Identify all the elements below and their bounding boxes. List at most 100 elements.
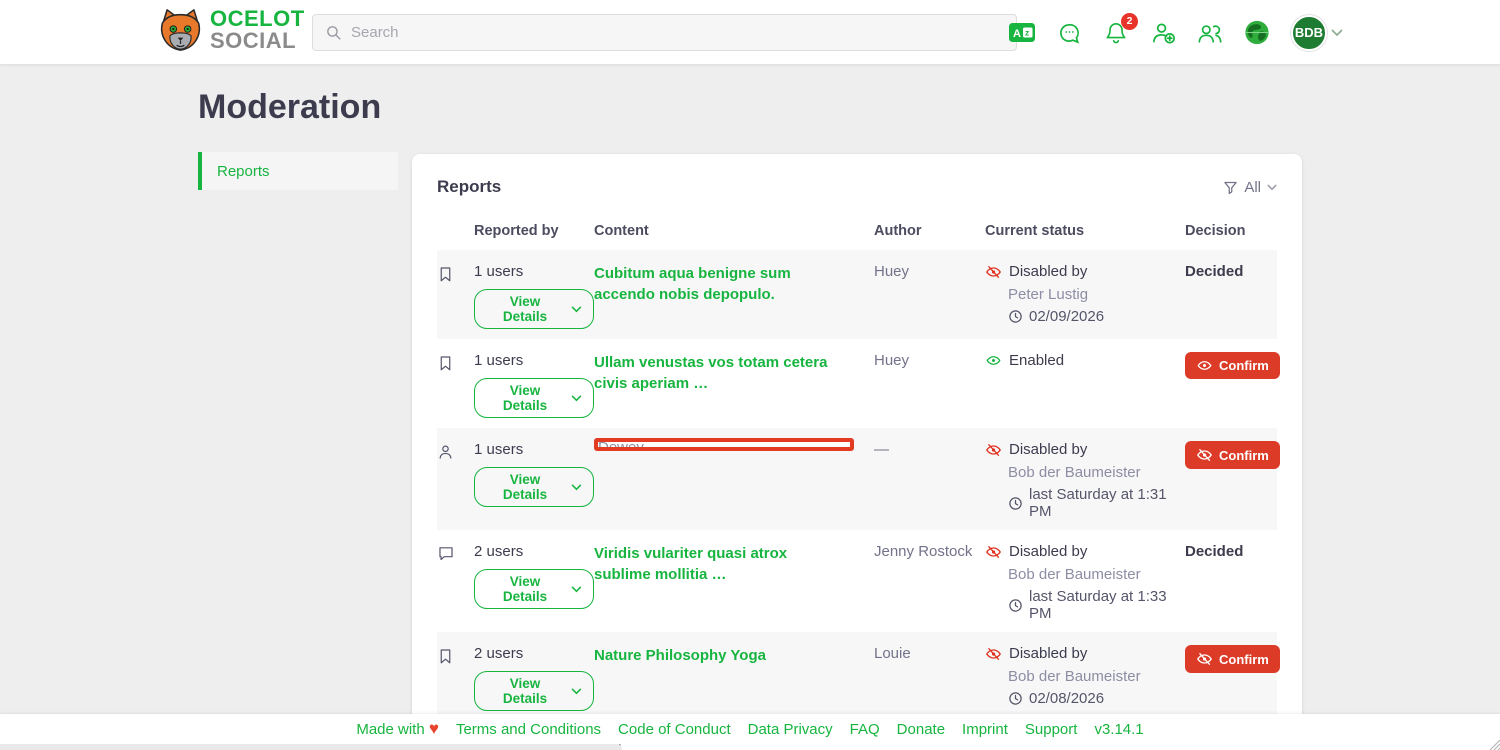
status-date: last Saturday at 1:33 PM — [1008, 588, 1185, 622]
reporter-count: 1 users — [474, 441, 594, 458]
search-icon — [325, 24, 342, 41]
search-input[interactable] — [351, 24, 1004, 41]
column-header: Decision — [1185, 223, 1277, 239]
decision-cell: Decided — [1185, 543, 1277, 561]
status-eye-icon — [985, 442, 1002, 458]
person-add-icon[interactable] — [1150, 20, 1176, 46]
resize-grip-icon[interactable] — [1486, 736, 1500, 750]
footer-link[interactable]: Terms and Conditions — [456, 721, 601, 738]
eye-off-icon — [1196, 447, 1213, 463]
notification-badge: 2 — [1121, 13, 1138, 30]
view-details-label: View Details — [486, 574, 564, 604]
filter-dropdown[interactable]: All — [1223, 179, 1277, 196]
view-details-button[interactable]: View Details — [474, 467, 594, 507]
view-details-button[interactable]: View Details — [474, 289, 594, 329]
status-date: last Saturday at 1:31 PM — [1008, 486, 1185, 520]
version-label: v3.14.1 — [1094, 721, 1143, 738]
top-navigation: OCELOT SOCIAL A z — [0, 0, 1500, 65]
chevron-down-icon — [571, 688, 582, 695]
translate-icon[interactable]: A z — [1009, 20, 1035, 46]
author-cell: — — [874, 441, 985, 458]
globe-icon[interactable] — [1244, 20, 1270, 46]
bottom-strip-right — [622, 744, 1500, 750]
view-details-button[interactable]: View Details — [474, 378, 594, 418]
avatar-menu[interactable]: BDB — [1291, 15, 1343, 51]
footer-link[interactable]: FAQ — [850, 721, 880, 738]
bottom-strip — [0, 744, 622, 750]
author-cell: Louie — [874, 645, 985, 662]
status-eye-icon — [985, 353, 1002, 368]
footer-link[interactable]: Donate — [897, 721, 945, 738]
reported-by-cell: 1 users View Details — [474, 263, 594, 329]
eye-icon — [1196, 358, 1213, 373]
decision-cell: Decided — [1185, 263, 1277, 281]
reporter-count: 1 users — [474, 263, 594, 280]
target-highlight-box: Dewey — [594, 438, 854, 451]
clock-icon — [1008, 496, 1023, 511]
view-details-label: View Details — [486, 383, 564, 413]
status-label: Disabled by — [1009, 263, 1087, 280]
chat-icon[interactable] — [1056, 20, 1082, 46]
content-link[interactable]: Ullam venustas vos totam cetera civis ap… — [594, 354, 827, 392]
avatar[interactable]: BDB — [1291, 15, 1327, 51]
chevron-down-icon — [571, 306, 582, 313]
author-cell: Huey — [874, 263, 985, 280]
table-row: 2 users View Details Viridis vulariter q… — [437, 530, 1277, 632]
clock-icon — [1008, 598, 1023, 613]
confirm-button[interactable]: Confirm — [1185, 352, 1280, 379]
column-header: Content — [594, 223, 874, 239]
decided-label: Decided — [1185, 543, 1243, 560]
reports-panel: Reports All Reported byContentAuthorCurr… — [412, 154, 1302, 750]
nav-icon-group: A z 2 — [1009, 0, 1343, 65]
search-bar[interactable] — [312, 14, 1017, 51]
view-details-button[interactable]: View Details — [474, 569, 594, 609]
decision-cell: Confirm — [1185, 352, 1280, 379]
chevron-down-icon — [1331, 29, 1343, 37]
view-details-button[interactable]: View Details — [474, 671, 594, 711]
chevron-down-icon — [571, 586, 582, 593]
status-moderator: Bob der Baumeister — [1008, 566, 1185, 583]
bookmark-icon — [437, 352, 474, 372]
view-details-label: View Details — [486, 676, 564, 706]
user-icon — [437, 441, 474, 461]
bell-icon[interactable]: 2 — [1103, 20, 1129, 46]
status-moderator: Peter Lustig — [1008, 286, 1185, 303]
table-row: 1 users View Details Dewey — Disabled by… — [437, 428, 1277, 530]
content-link[interactable]: Cubitum aqua benigne sum accendo nobis d… — [594, 265, 791, 303]
author-cell: Huey — [874, 352, 985, 369]
decided-label: Decided — [1185, 263, 1243, 280]
status-cell: Disabled by Bob der Baumeister 02/08/202… — [985, 645, 1185, 707]
logo[interactable]: OCELOT SOCIAL — [157, 8, 305, 52]
bookmark-icon — [437, 263, 474, 283]
status-date: 02/08/2026 — [1008, 690, 1185, 707]
confirm-button[interactable]: Confirm — [1185, 645, 1280, 673]
page-title: Moderation — [198, 88, 381, 127]
footer-link[interactable]: Imprint — [962, 721, 1008, 738]
clock-icon — [1008, 691, 1023, 706]
chevron-down-icon — [1267, 184, 1277, 191]
made-with-label: Made with ♥ — [356, 719, 439, 739]
logo-text: OCELOT SOCIAL — [210, 8, 305, 52]
status-cell: Disabled by Bob der Baumeister last Satu… — [985, 543, 1185, 622]
sidebar-item-reports[interactable]: Reports — [198, 152, 398, 190]
chevron-down-icon — [571, 395, 582, 402]
reported-by-cell: 2 users View Details — [474, 645, 594, 711]
status-eye-icon — [985, 264, 1002, 280]
bookmark-icon — [437, 645, 474, 665]
status-label: Disabled by — [1009, 645, 1087, 662]
reported-by-cell: 2 users View Details — [474, 543, 594, 609]
moderation-sidebar: Reports — [198, 152, 398, 190]
content-text[interactable]: Dewey — [598, 440, 850, 451]
reporter-count: 1 users — [474, 352, 594, 369]
status-label: Disabled by — [1009, 441, 1087, 458]
content-link[interactable]: Viridis vulariter quasi atrox sublime mo… — [594, 545, 787, 583]
group-icon[interactable] — [1197, 20, 1223, 46]
footer-link[interactable]: Support — [1025, 721, 1078, 738]
footer-link[interactable]: Code of Conduct — [618, 721, 731, 738]
clock-icon — [1008, 309, 1023, 324]
content-link[interactable]: Nature Philosophy Yoga — [594, 647, 766, 664]
filter-value: All — [1244, 179, 1261, 196]
confirm-button[interactable]: Confirm — [1185, 441, 1280, 469]
status-eye-icon — [985, 544, 1002, 560]
footer-link[interactable]: Data Privacy — [748, 721, 833, 738]
